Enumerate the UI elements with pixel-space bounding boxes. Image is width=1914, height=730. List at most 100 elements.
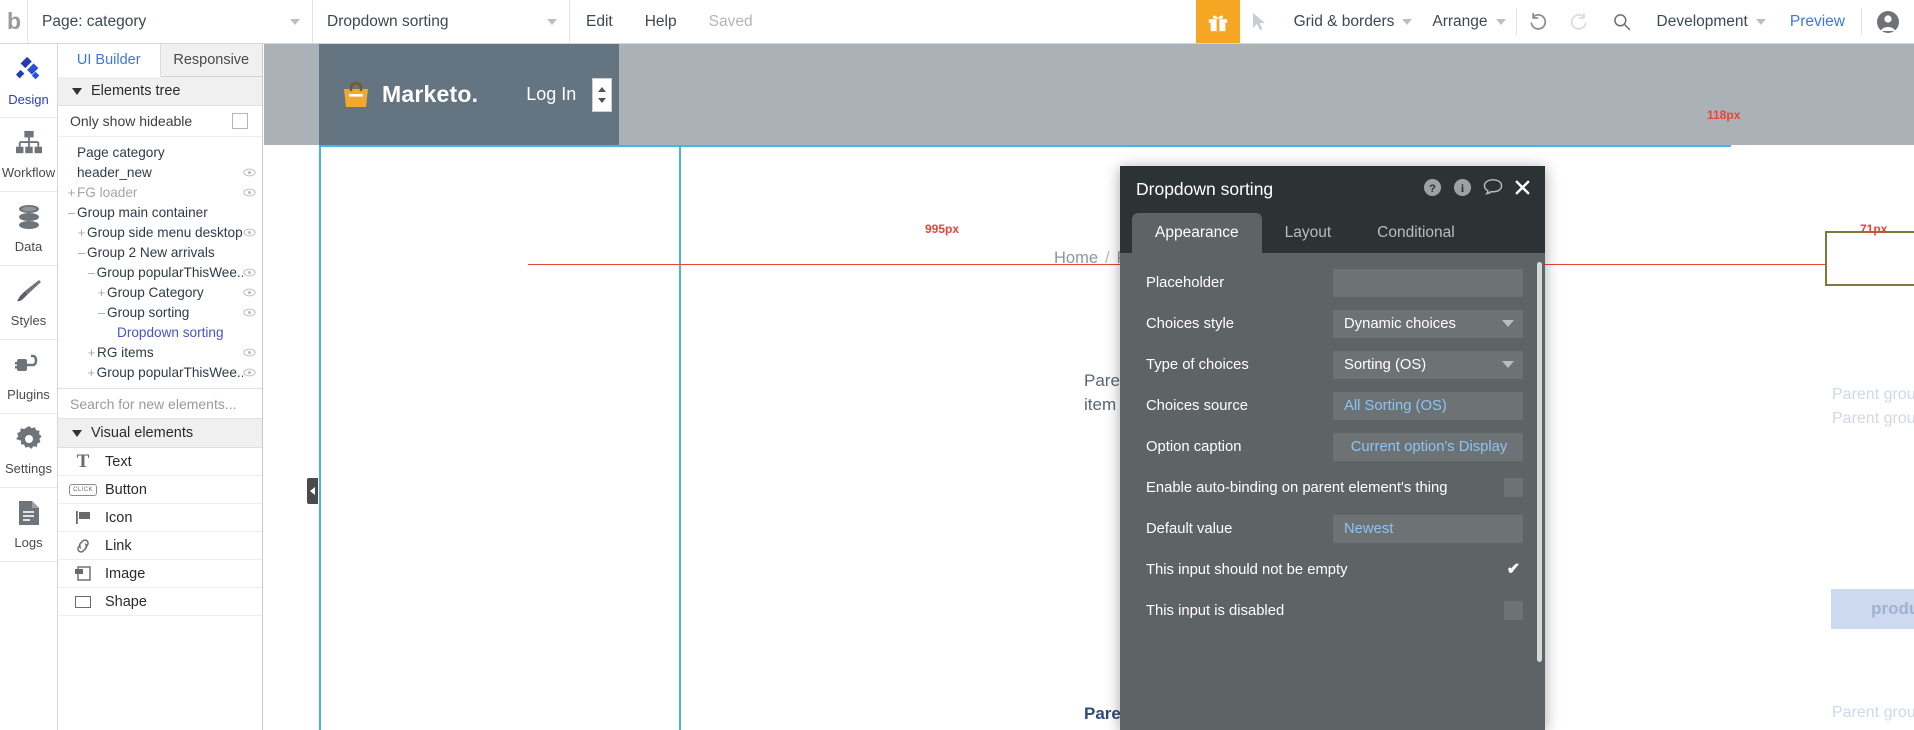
visibility-eye-icon[interactable] — [243, 228, 256, 237]
visibility-eye-icon[interactable] — [243, 268, 256, 277]
expand-icon[interactable]: + — [76, 225, 87, 240]
tree-item[interactable]: – Group sorting — [58, 302, 262, 322]
visibility-eye-icon[interactable] — [243, 348, 256, 357]
preview-button[interactable]: Preview — [1774, 0, 1861, 43]
bubble-logo[interactable]: b — [0, 0, 28, 43]
gift-icon[interactable] — [1195, 0, 1240, 43]
help-menu-button[interactable]: Help — [629, 0, 693, 43]
panel-collapse-handle[interactable] — [307, 478, 318, 504]
type-of-choices-select[interactable]: Sorting (OS) — [1333, 350, 1523, 379]
expand-icon[interactable]: + — [66, 185, 77, 200]
product-item-block[interactable]: product_item — [1831, 589, 1914, 629]
search-input[interactable]: Search for new elements... — [70, 396, 237, 412]
sidebar-item-styles[interactable]: Styles — [0, 266, 57, 340]
disabled-checkbox[interactable] — [1504, 601, 1523, 620]
visibility-eye-icon[interactable] — [243, 368, 256, 377]
visibility-eye-icon[interactable] — [243, 288, 256, 297]
arrange-menu[interactable]: Arrange — [1418, 0, 1515, 43]
comment-bubble-icon[interactable] — [1483, 178, 1503, 201]
tree-item[interactable]: – Group main container — [58, 202, 262, 222]
workflow-icon — [14, 130, 44, 161]
version-selector[interactable]: Development — [1643, 0, 1774, 43]
property-label: Choices style — [1146, 315, 1234, 332]
sidebar-item-data[interactable]: Data — [0, 192, 57, 266]
breadcrumb-home[interactable]: Home — [1054, 249, 1098, 267]
auto-binding-checkbox[interactable] — [1504, 478, 1523, 497]
chevron-down-icon — [547, 18, 557, 25]
tree-item-label: Page category — [77, 144, 165, 160]
tree-item[interactable]: – Group 2 New arrivals — [58, 242, 262, 262]
design-canvas[interactable]: Marketo. Log In Home/Parent group's Cate… — [264, 44, 1914, 730]
search-new-elements-row[interactable]: Search for new elements... — [58, 388, 262, 419]
sidebar-item-logs[interactable]: Logs — [0, 488, 57, 562]
redo-icon[interactable] — [1559, 0, 1601, 43]
info-icon[interactable]: i — [1453, 178, 1472, 202]
collapse-icon[interactable]: – — [66, 205, 77, 220]
collapse-icon[interactable]: – — [96, 305, 107, 320]
choices-style-select[interactable]: Dynamic choices — [1333, 309, 1523, 338]
tab-appearance[interactable]: Appearance — [1132, 213, 1262, 253]
visibility-eye-icon[interactable] — [243, 188, 256, 197]
visibility-eye-icon[interactable] — [243, 168, 256, 177]
flag-icon — [73, 510, 93, 525]
page-selector[interactable]: Page: category — [28, 0, 313, 43]
visual-element-shape[interactable]: Shape — [58, 588, 262, 616]
choices-source-field[interactable]: All Sorting (OS) — [1333, 391, 1523, 420]
tree-item[interactable]: + RG items — [58, 342, 262, 362]
property-editor-scrollbar[interactable] — [1537, 262, 1542, 662]
visual-element-icon[interactable]: Icon — [58, 504, 262, 532]
property-row: Enable auto-binding on parent element's … — [1120, 467, 1545, 508]
tree-item[interactable]: Dropdown sorting — [58, 322, 262, 342]
tree-item[interactable]: + Group side menu desktop — [58, 222, 262, 242]
expand-icon[interactable]: + — [96, 285, 107, 300]
sidebar-item-plugins[interactable]: Plugins — [0, 340, 57, 414]
tab-ui-builder[interactable]: UI Builder — [58, 44, 161, 77]
tab-conditional[interactable]: Conditional — [1354, 213, 1478, 253]
visibility-eye-icon[interactable] — [243, 308, 256, 317]
shape-rectangle-icon — [73, 595, 93, 608]
user-avatar-icon[interactable] — [1862, 0, 1914, 43]
top-toolbar: b Page: category Dropdown sorting Edit H… — [0, 0, 1914, 44]
marketo-login-link[interactable]: Log In — [526, 84, 576, 105]
option-caption-field[interactable]: Current option's Display — [1333, 432, 1523, 461]
search-icon[interactable] — [1601, 0, 1643, 43]
expand-icon[interactable]: + — [86, 345, 97, 360]
sidebar-item-design[interactable]: Design — [0, 44, 57, 118]
sidebar-item-settings[interactable]: Settings — [0, 414, 57, 488]
chevron-down-icon — [1502, 361, 1514, 368]
expand-icon[interactable]: + — [86, 365, 97, 380]
visual-element-text[interactable]: T Text — [58, 448, 262, 476]
placeholder-field[interactable] — [1333, 268, 1523, 297]
collapse-icon[interactable]: – — [86, 265, 97, 280]
element-selector[interactable]: Dropdown sorting — [313, 0, 570, 43]
edit-menu-button[interactable]: Edit — [570, 0, 629, 43]
stepper-icon[interactable] — [592, 77, 613, 112]
visual-element-button[interactable]: CLICK Button — [58, 476, 262, 504]
tab-responsive[interactable]: Responsive — [160, 44, 262, 76]
marketo-header-block[interactable]: Marketo. Log In — [319, 44, 619, 145]
visual-element-image[interactable]: Image — [58, 560, 262, 588]
help-question-icon[interactable]: ? — [1423, 178, 1442, 202]
close-icon[interactable] — [1514, 179, 1531, 201]
chevron-down-icon — [1495, 18, 1506, 25]
visual-element-link[interactable]: Link — [58, 532, 262, 560]
tree-item[interactable]: header_new — [58, 162, 262, 182]
grid-borders-menu[interactable]: Grid & borders — [1280, 0, 1419, 43]
tree-item[interactable]: + Group Category — [58, 282, 262, 302]
sidebar-item-workflow[interactable]: Workflow — [0, 118, 57, 192]
elements-tree-section-header[interactable]: Elements tree — [58, 77, 262, 106]
dropdown-sorting-element[interactable] — [1825, 231, 1914, 286]
visual-elements-section-header[interactable]: Visual elements — [58, 419, 262, 448]
tree-item[interactable]: + Group popularThisWee... — [58, 362, 262, 382]
tree-item[interactable]: Page category — [58, 142, 262, 162]
default-value-field[interactable]: Newest — [1333, 514, 1523, 543]
property-row: This input should not be empty ✔ — [1120, 549, 1545, 590]
undo-icon[interactable] — [1517, 0, 1559, 43]
only-show-hideable-checkbox[interactable] — [232, 113, 248, 129]
not-empty-checkbox[interactable]: ✔ — [1504, 560, 1523, 579]
collapse-icon[interactable]: – — [76, 245, 87, 260]
tree-item[interactable]: – Group popularThisWee... — [58, 262, 262, 282]
cursor-arrow-icon[interactable] — [1240, 0, 1280, 43]
tree-item[interactable]: + FG loader — [58, 182, 262, 202]
tab-layout[interactable]: Layout — [1262, 213, 1355, 253]
